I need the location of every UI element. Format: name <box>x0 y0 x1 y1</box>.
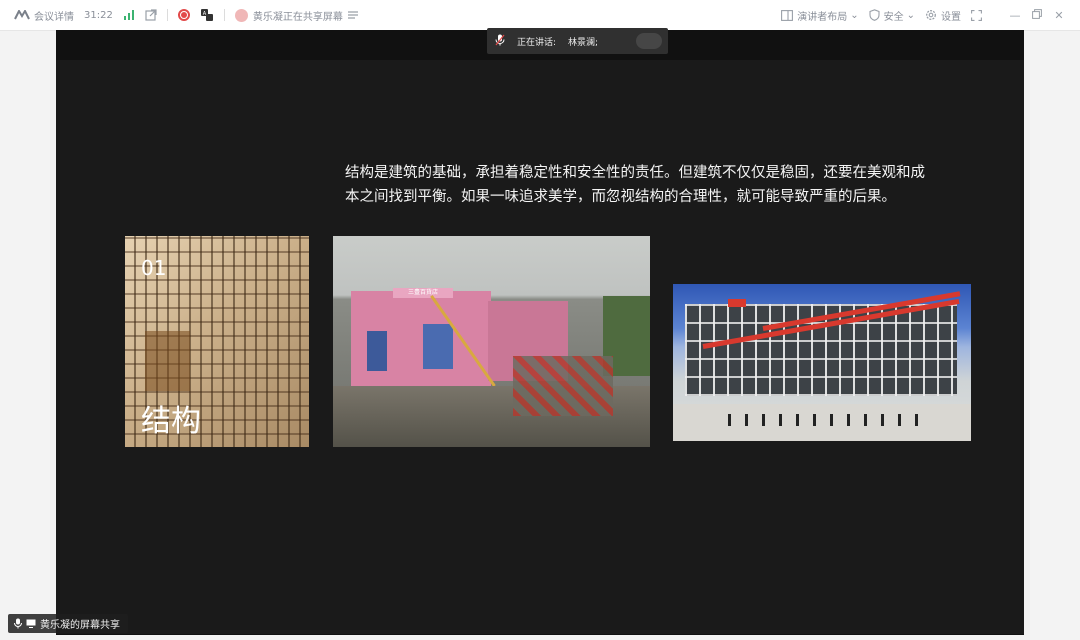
security-button[interactable]: 安全 ⌄ <box>869 0 915 30</box>
photo-detail <box>728 299 746 307</box>
top-toolbar: 会议详情 31:22 A 黄乐凝正在共享屏幕 演讲者布局 ⌄ 安全 ⌄ 设置 —… <box>0 0 1080 31</box>
shield-icon <box>869 9 880 21</box>
section-number: 01 <box>141 256 167 280</box>
security-label: 安全 <box>883 11 904 23</box>
mic-icon <box>14 618 22 629</box>
sharing-notice[interactable]: 黄乐凝正在共享屏幕 <box>234 0 358 30</box>
list-icon <box>347 11 358 19</box>
logo-icon <box>14 10 30 20</box>
sharing-notice-label: 黄乐凝正在共享屏幕 <box>252 11 343 23</box>
duration-text: 31:22 <box>84 9 113 21</box>
gear-icon <box>925 9 937 21</box>
toolbar-divider <box>223 9 225 21</box>
settings-label: 设置 <box>941 11 961 23</box>
svg-text:A: A <box>203 11 207 17</box>
layout-icon <box>781 9 794 21</box>
minimize-icon[interactable]: — <box>1004 9 1026 22</box>
chevron-down-icon: ⌄ <box>850 9 859 21</box>
signal-icon[interactable] <box>123 0 135 30</box>
slide-caption: 结构是建筑的基础，承担着稳定性和安全性的责任。但建筑不仅仅是稳固，还要在美观和成… <box>345 161 965 209</box>
translate-icon[interactable]: A <box>200 0 214 30</box>
meeting-duration: 31:22 <box>84 0 113 30</box>
caption-line: 本之间找到平衡。如果一味追求美学，而忽视结构的合理性，就可能导致严重的后果。 <box>345 189 896 205</box>
presenter-layout-label: 演讲者布局 <box>797 11 848 23</box>
popout-icon[interactable] <box>145 0 157 30</box>
structure-model-photo: 01 结构 <box>125 236 309 447</box>
section-title: 结构 <box>141 404 201 439</box>
active-speaker-indicator: 正在讲话: 林景澜; <box>487 28 668 54</box>
photo-detail <box>367 331 387 371</box>
restore-icon[interactable] <box>1026 8 1048 22</box>
photo-detail <box>513 356 613 416</box>
toolbar-divider <box>166 9 168 21</box>
presenter-layout-button[interactable]: 演讲者布局 ⌄ <box>781 0 859 30</box>
meeting-details-button[interactable]: 会议详情 <box>14 0 74 30</box>
sharer-name: 黄乐凝的屏幕共享 <box>40 620 120 631</box>
caption-line: 结构是建筑的基础，承担着稳定性和安全性的责任。但建筑不仅仅是稳固，还要在美观和成 <box>345 165 925 181</box>
photo-detail <box>423 324 453 369</box>
speaker-thumbnail <box>636 33 662 49</box>
mic-icon <box>495 34 505 49</box>
pompidou-centre-photo <box>673 284 971 441</box>
photo-detail <box>728 414 928 426</box>
user-avatar-icon <box>234 8 248 22</box>
speaker-name: 林景澜; <box>568 37 599 48</box>
record-icon <box>177 9 190 21</box>
photo-detail <box>145 331 190 391</box>
building-collapse-photo: 三豊百貨店 <box>333 236 650 447</box>
fullscreen-icon[interactable] <box>971 0 982 30</box>
photo-detail: 三豊百貨店 <box>393 288 453 298</box>
speaker-label: 正在讲话: <box>517 37 557 48</box>
screen-icon <box>26 619 36 628</box>
record-button[interactable] <box>177 0 190 30</box>
meeting-details-label: 会议详情 <box>34 11 74 23</box>
close-icon[interactable]: ✕ <box>1048 9 1070 22</box>
settings-button[interactable]: 设置 <box>925 0 961 30</box>
chevron-down-icon: ⌄ <box>906 9 915 21</box>
screen-share-owner-label[interactable]: 黄乐凝的屏幕共享 <box>8 614 128 633</box>
